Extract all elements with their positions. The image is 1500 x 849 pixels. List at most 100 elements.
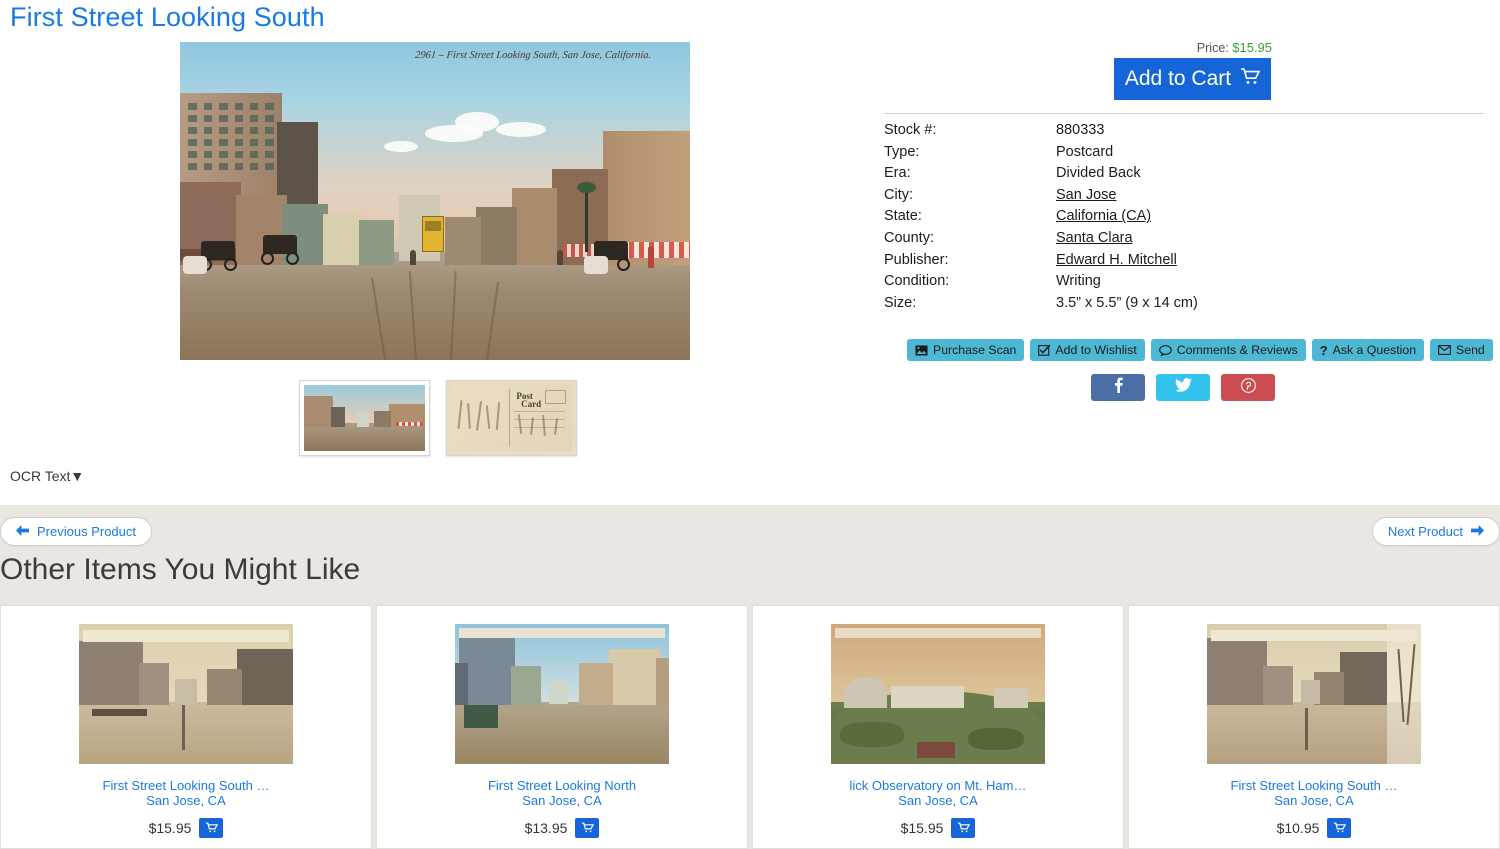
- ocr-text-toggle[interactable]: OCR Text▼: [10, 468, 84, 484]
- related-price-row: $15.95: [149, 818, 224, 838]
- related-product-location: San Jose, CA: [1274, 793, 1354, 808]
- next-product-button[interactable]: Next Product: [1371, 517, 1500, 546]
- detail-label: Stock #:: [884, 122, 937, 138]
- check-square-icon: [1038, 344, 1051, 356]
- card-word: Card: [521, 398, 542, 409]
- related-product-location: San Jose, CA: [146, 793, 226, 808]
- detail-value: 3.5” x 5.5” (9 x 14 cm): [1056, 294, 1198, 311]
- related-product-card[interactable]: lick Observatory on Mt. Ham… San Jose, C…: [752, 605, 1124, 849]
- detail-row: Type: Postcard: [884, 142, 1484, 164]
- price-value: $15.95: [1232, 40, 1272, 55]
- comments-reviews-label: Comments & Reviews: [1176, 343, 1298, 357]
- send-label: Send: [1456, 343, 1485, 357]
- image-icon: [915, 345, 928, 356]
- related-product-card[interactable]: First Street Looking South … San Jose, C…: [0, 605, 372, 849]
- detail-value-county-link[interactable]: Santa Clara: [1056, 228, 1133, 250]
- shopping-cart-icon: [205, 821, 218, 836]
- related-add-to-cart-button[interactable]: [951, 818, 976, 838]
- question-mark-icon: ?: [1319, 342, 1328, 358]
- send-button[interactable]: Send: [1430, 339, 1493, 361]
- next-product-label: Next Product: [1387, 524, 1463, 539]
- detail-row: City: San Jose: [884, 185, 1484, 207]
- detail-label: City:: [884, 186, 913, 203]
- cloud-shape: [384, 140, 418, 152]
- add-to-cart-button[interactable]: Add to Cart: [1114, 58, 1271, 100]
- horse-carriage: [257, 234, 303, 265]
- cloud-shape: [455, 111, 500, 132]
- main-product-image[interactable]: 2961 – First Street Looking South, San J…: [180, 42, 690, 360]
- product-page: First Street Looking South 2961 – First …: [0, 0, 1500, 849]
- pedestrian: [556, 249, 563, 265]
- thumbnail-strip: Post Card: [299, 380, 577, 456]
- previous-product-label: Previous Product: [37, 524, 136, 539]
- related-product-location: San Jose, CA: [898, 793, 978, 808]
- related-section-heading: Other Items You Might Like: [0, 553, 361, 586]
- ask-a-question-button[interactable]: ? Ask a Question: [1311, 339, 1425, 361]
- detail-row: Stock #: 880333: [884, 120, 1484, 142]
- related-add-to-cart-button[interactable]: [199, 818, 224, 838]
- thumbnail-front-view[interactable]: [299, 380, 430, 456]
- shopping-cart-icon: [1240, 67, 1261, 91]
- shopping-cart-icon: [957, 821, 970, 836]
- detail-value: Divided Back: [1056, 165, 1141, 182]
- shopping-cart-icon: [1333, 821, 1346, 836]
- twitter-icon: [1174, 378, 1192, 397]
- related-product-title: First Street Looking North: [487, 778, 637, 793]
- horse: [182, 256, 207, 275]
- related-add-to-cart-button[interactable]: [575, 818, 600, 838]
- price-row: Price: $15.95: [884, 40, 1484, 55]
- trolley-car: [422, 215, 445, 252]
- thumbnail-back-view[interactable]: Post Card: [446, 380, 577, 456]
- comments-reviews-button[interactable]: Comments & Reviews: [1150, 339, 1306, 361]
- add-to-cart-label: Add to Cart: [1124, 67, 1232, 90]
- twitter-share-button[interactable]: [1156, 374, 1210, 401]
- purchase-scan-label: Purchase Scan: [933, 343, 1017, 357]
- detail-row: Size: 3.5” x 5.5” (9 x 14 cm): [884, 293, 1484, 315]
- related-price-row: $10.95: [1277, 818, 1352, 838]
- detail-label: Publisher:: [884, 251, 949, 268]
- related-product-price: $15.95: [148, 820, 192, 836]
- detail-row: Era: Divided Back: [884, 163, 1484, 185]
- related-product-card[interactable]: First Street Looking North San Jose, CA …: [376, 605, 748, 849]
- action-button-row: Purchase Scan Add to Wishlist Comments &…: [907, 339, 1493, 361]
- add-to-wishlist-button[interactable]: Add to Wishlist: [1030, 339, 1145, 361]
- arrow-right-icon: [1471, 524, 1484, 539]
- detail-value: Writing: [1056, 273, 1101, 290]
- related-price-row: $13.95: [525, 818, 600, 838]
- social-share-row: [1091, 374, 1275, 401]
- product-navigation: Previous Product Next Product: [0, 505, 1500, 553]
- previous-product-button[interactable]: Previous Product: [0, 517, 152, 546]
- related-products-grid: First Street Looking South … San Jose, C…: [0, 605, 1500, 849]
- detail-label: Condition:: [884, 273, 950, 290]
- detail-row: State: California (CA): [884, 206, 1484, 228]
- building: [511, 188, 558, 265]
- purchase-scan-button[interactable]: Purchase Scan: [907, 339, 1025, 361]
- price-label: Price:: [1196, 41, 1229, 55]
- detail-value: 880333: [1056, 122, 1105, 138]
- product-info-column: Price: $15.95 Add to Cart Stock #: 880333…: [884, 40, 1493, 401]
- related-product-card[interactable]: First Street Looking South … San Jose, C…: [1128, 605, 1500, 849]
- building: [475, 207, 517, 265]
- detail-value-city-link[interactable]: San Jose: [1056, 185, 1116, 207]
- shopping-cart-icon: [581, 821, 594, 836]
- related-add-to-cart-button[interactable]: [1327, 818, 1352, 838]
- postcard-caption: 2961 – First Street Looking South, San J…: [414, 49, 652, 61]
- pinterest-icon: [1240, 377, 1256, 398]
- product-detail-table: Stock #: 880333 Type: Postcard Era: Divided…: [884, 120, 1484, 314]
- pinterest-share-button[interactable]: [1221, 374, 1275, 401]
- related-price-row: $15.95: [901, 818, 976, 838]
- speech-bubble-icon: [1158, 344, 1172, 356]
- detail-value-state-link[interactable]: California (CA): [1056, 206, 1151, 228]
- related-product-image: [455, 624, 669, 764]
- detail-value-publisher-link[interactable]: Edward H. Mitchell: [1056, 250, 1177, 272]
- building: [358, 220, 395, 265]
- detail-row: County: Santa Clara: [884, 228, 1484, 250]
- related-product-title: First Street Looking South …: [102, 778, 270, 793]
- facebook-share-button[interactable]: [1091, 374, 1145, 401]
- page-title: First Street Looking South: [10, 2, 325, 32]
- arrow-left-icon: [16, 524, 29, 539]
- horse: [584, 256, 609, 275]
- related-product-image: [1207, 624, 1421, 764]
- related-product-location: San Jose, CA: [522, 793, 602, 808]
- related-product-image: [79, 624, 293, 764]
